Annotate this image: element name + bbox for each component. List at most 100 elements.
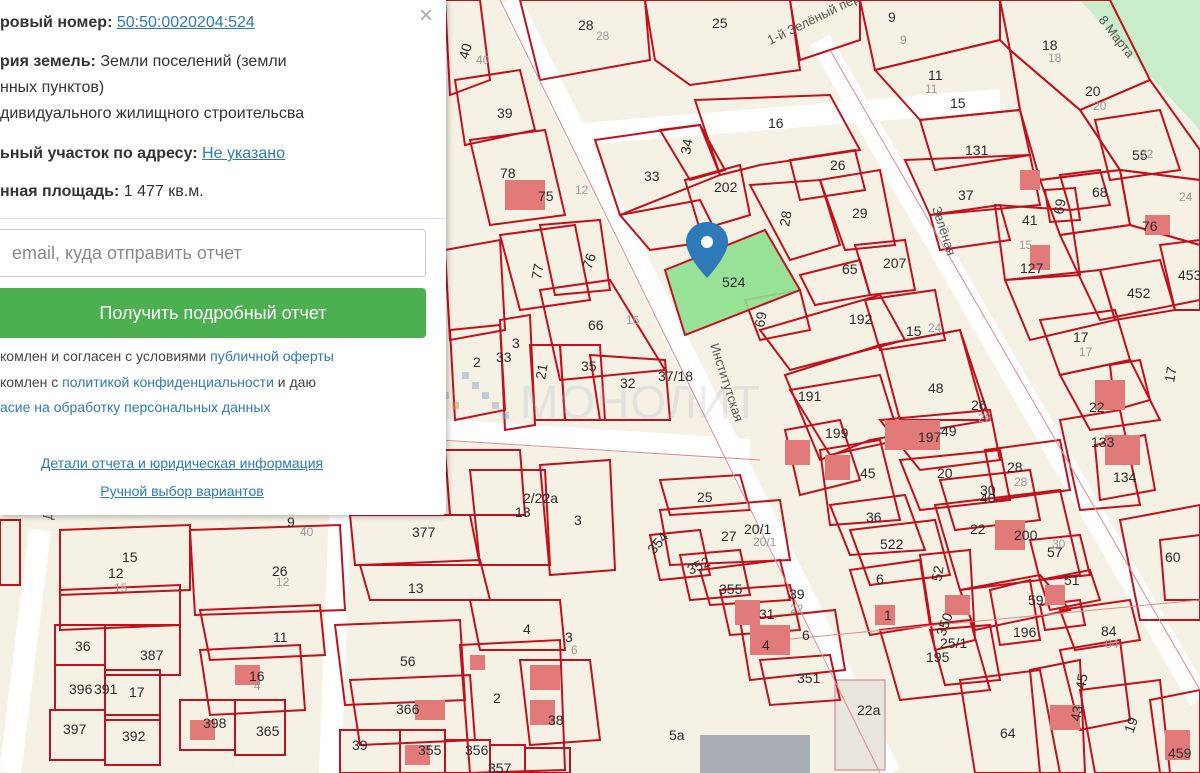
parcel-label: 397 <box>63 721 87 737</box>
parcel-label: 22 <box>970 521 986 537</box>
parcel-label: 459 <box>1168 745 1192 761</box>
parcel-label: 15 <box>122 549 138 565</box>
land-category-row: рия земель: Земли поселений (земли <box>0 53 287 71</box>
privacy-policy-link[interactable]: политикой конфиденциальности <box>62 374 274 390</box>
parcel-label: 28 <box>1007 459 1023 475</box>
land-category-cont-1: нных пунктов) <box>0 79 105 96</box>
address-row: ьный участок по адресу: Не указано <box>0 145 285 163</box>
parcel-label: 16 <box>768 115 784 131</box>
faint-parcel-label: 20 <box>1093 99 1107 113</box>
parcel-label: 25/1 <box>940 635 967 651</box>
area-row: нная площадь: 1 477 кв.м. <box>0 183 204 201</box>
parcel-label: 13 <box>408 580 424 596</box>
parcel-label: 9 <box>287 514 295 530</box>
parcel-label: 2 <box>493 690 501 706</box>
parcel-label: 392 <box>122 728 146 744</box>
faint-parcel-label: 24 <box>928 321 942 335</box>
parcel-label: 398 <box>203 715 227 731</box>
parcel-label: 355 <box>719 581 743 597</box>
personal-data-link[interactable]: асие на обработку персональных данных <box>0 399 270 415</box>
parcel-label: 17 <box>1073 329 1089 345</box>
parcel-label: 192 <box>849 311 873 327</box>
manual-selection-link[interactable]: Ручной выбор вариантов <box>0 483 364 499</box>
faint-parcel-label: 17 <box>1079 345 1093 359</box>
faint-parcel-label: 12 <box>276 575 290 589</box>
report-details-link[interactable]: Детали отчета и юридическая информация <box>0 455 364 471</box>
parcel-label: 355 <box>418 742 442 758</box>
parcel-label: 22a <box>857 702 881 718</box>
selected-parcel-label: 524 <box>722 274 746 290</box>
parcel-label: 387 <box>140 647 164 663</box>
area-value: 1 477 кв.м. <box>123 183 204 200</box>
parcel-label: 2/22a <box>523 490 558 506</box>
parcel-label: 65 <box>842 261 858 277</box>
address-link[interactable]: Не указано <box>202 145 285 162</box>
parcel-label: 377 <box>412 524 436 540</box>
faint-parcel-label: 40 <box>300 525 314 539</box>
close-icon[interactable]: × <box>413 4 439 30</box>
parcel-label: 20 <box>1085 83 1101 99</box>
parcel-label: 4 <box>523 621 531 637</box>
parcel-label: 32 <box>620 375 636 391</box>
parcel-label: 33 <box>644 168 660 184</box>
faint-parcel-label: 15 <box>1019 238 1033 252</box>
parcel-label: 5a <box>669 727 685 743</box>
parcel-label: 202 <box>714 179 738 195</box>
faint-parcel-label: 18 <box>1048 51 1062 65</box>
parcel-label: 11 <box>273 629 288 645</box>
parcel-label: 45 <box>860 465 876 481</box>
faint-parcel-label: 16 <box>626 313 640 327</box>
parcel-label: 36 <box>75 638 91 654</box>
agree-privacy-text: комлен с <box>0 374 63 390</box>
parcel-label: 195 <box>926 649 950 665</box>
parcel-label: 43 <box>1067 704 1085 722</box>
parcel-label: 196 <box>1013 624 1037 640</box>
parcel-label: 39 <box>789 586 805 602</box>
agree-offer-line: комлен и согласен с условиями публичной … <box>0 348 334 364</box>
public-offer-link[interactable]: публичной оферты <box>210 348 334 364</box>
faint-parcel-label: 22 <box>1140 147 1154 161</box>
parcel-label: 522 <box>880 536 904 552</box>
parcel-label: 197 <box>918 429 942 445</box>
land-category-label: рия земель: <box>0 53 96 70</box>
get-report-button[interactable]: Получить подробный отчет <box>0 288 426 338</box>
cadastral-number-label: ровый номер: <box>0 14 113 31</box>
parcel-label: 3 <box>574 512 582 528</box>
panel-divider <box>0 218 446 219</box>
building-gray <box>700 735 810 773</box>
cadastral-number-link[interactable]: 50:50:0020204:524 <box>117 14 255 31</box>
faint-parcel-label: 20/1 <box>753 535 777 549</box>
parcel-label: 15 <box>950 95 966 111</box>
faint-parcel-label: 4 <box>254 679 261 693</box>
land-category-cont-2: дивидуального жилищного строительсва <box>0 105 305 122</box>
building-22a <box>834 679 886 771</box>
faint-parcel-label: 6 <box>571 643 578 657</box>
parcel-label: 356 <box>465 742 489 758</box>
parcel-label: 48 <box>928 380 944 396</box>
parcel-label: 33 <box>496 349 512 365</box>
parcel-label: 351 <box>797 670 821 686</box>
parcel-label: 30 <box>980 482 996 498</box>
email-input[interactable] <box>0 229 426 277</box>
faint-parcel-label: 15 <box>114 581 128 595</box>
parcel-label: 27 <box>721 528 737 544</box>
parcel-label: 22 <box>1089 399 1105 415</box>
parcel-label: 6 <box>802 627 810 643</box>
parcel-label: 1 <box>884 607 892 623</box>
parcel-label: 34 <box>677 137 695 155</box>
parcel-label: 51 <box>1064 572 1080 588</box>
parcel-label: 26 <box>830 157 846 173</box>
parcel-label: 69 <box>1050 197 1068 215</box>
faint-parcel-label: 28 <box>1014 475 1028 489</box>
faint-parcel-label: 28 <box>596 29 610 43</box>
parcel-label: 453 <box>1178 267 1200 283</box>
parcel-label: 45 <box>1072 672 1090 690</box>
faint-parcel-label: 9 <box>900 33 907 47</box>
land-category-value: Земли поселений (земли <box>100 53 287 70</box>
faint-parcel-label: 26 <box>978 411 992 425</box>
parcel-label: 134 <box>1113 469 1137 485</box>
parcel-label: 199 <box>825 425 849 441</box>
parcel-label: 29 <box>852 205 868 221</box>
address-label: ьный участок по адресу: <box>0 145 198 162</box>
cadastral-number-row: ровый номер: 50:50:0020204:524 <box>0 14 255 32</box>
